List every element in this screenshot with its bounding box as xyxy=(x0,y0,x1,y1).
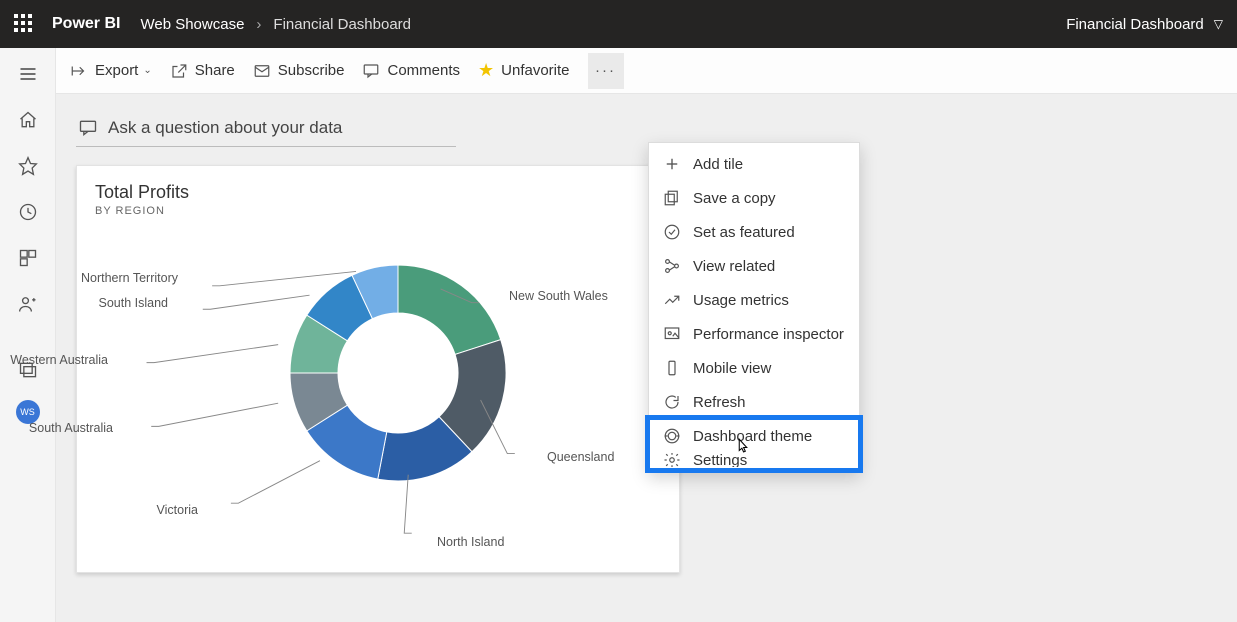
header-dropdown-label: Financial Dashboard xyxy=(1066,16,1204,33)
menu-item-label: Settings xyxy=(693,453,747,467)
menu-item-icon xyxy=(663,453,681,467)
donut-label: North Island xyxy=(437,535,504,549)
breadcrumb: Web Showcase › Financial Dashboard xyxy=(140,16,411,33)
menu-item-icon xyxy=(663,359,681,377)
menu-item-label: Set as featured xyxy=(693,224,795,241)
donut-label: South Island xyxy=(99,296,169,310)
avatar-initials: WS xyxy=(20,407,35,417)
qna-placeholder: Ask a question about your data xyxy=(108,118,342,138)
menu-item-label: Refresh xyxy=(693,394,746,411)
menu-item[interactable]: Set as featured xyxy=(649,215,859,249)
menu-item-icon xyxy=(663,393,681,411)
more-options-button[interactable]: ··· xyxy=(588,53,624,89)
brand-label: Power BI xyxy=(52,15,120,33)
qna-input[interactable]: Ask a question about your data xyxy=(76,112,456,147)
menu-item-label: Save a copy xyxy=(693,190,776,207)
menu-item-label: Add tile xyxy=(693,156,743,173)
export-button[interactable]: Export ⌄ xyxy=(70,62,152,80)
menu-item-icon xyxy=(663,189,681,207)
menu-item[interactable]: Mobile view xyxy=(649,351,859,385)
menu-item-icon xyxy=(663,155,681,173)
donut-label: Queensland xyxy=(547,450,614,464)
menu-item-icon xyxy=(663,223,681,241)
menu-item-label: View related xyxy=(693,258,775,275)
tile-subtitle: BY REGION xyxy=(95,205,661,217)
chevron-right-icon: › xyxy=(256,16,261,33)
share-label: Share xyxy=(195,62,235,79)
tile-total-profits[interactable]: Total Profits BY REGION New South Wales Q… xyxy=(76,165,680,573)
nav-home-button[interactable] xyxy=(0,98,56,142)
menu-item-label: Usage metrics xyxy=(693,292,789,309)
star-filled-icon: ★ xyxy=(478,60,494,81)
menu-item[interactable]: Add tile xyxy=(649,147,859,181)
app-launcher-icon[interactable] xyxy=(14,14,34,34)
nav-recent-button[interactable] xyxy=(0,190,56,234)
comments-button[interactable]: Comments xyxy=(362,62,460,80)
chevron-down-icon: ⌄ xyxy=(143,65,151,76)
donut-label: Victoria xyxy=(157,503,198,517)
menu-item-icon xyxy=(663,325,681,343)
dashboard-canvas: Ask a question about your data Total Pro… xyxy=(56,94,1237,622)
menu-item[interactable]: Usage metrics xyxy=(649,283,859,317)
global-header: Power BI Web Showcase › Financial Dashbo… xyxy=(0,0,1237,48)
dashboard-toolbar: Export ⌄ Share Subscribe Comments ★ Unfa… xyxy=(56,48,1237,94)
menu-item[interactable]: Save a copy xyxy=(649,181,859,215)
comments-label: Comments xyxy=(387,62,460,79)
menu-item-icon xyxy=(663,427,681,445)
donut-label: Northern Territory xyxy=(81,271,178,285)
nav-toggle-button[interactable] xyxy=(0,52,56,96)
main-area: Export ⌄ Share Subscribe Comments ★ Unfa… xyxy=(56,48,1237,622)
menu-item-label: Mobile view xyxy=(693,360,771,377)
donut-label: South Australia xyxy=(29,421,113,435)
nav-apps-button[interactable] xyxy=(0,236,56,280)
cursor-icon xyxy=(734,437,752,455)
breadcrumb-current: Financial Dashboard xyxy=(273,16,411,33)
chat-icon xyxy=(78,118,98,138)
subscribe-label: Subscribe xyxy=(278,62,345,79)
menu-item[interactable]: Dashboard theme xyxy=(649,419,859,453)
subscribe-button[interactable]: Subscribe xyxy=(253,62,345,80)
menu-item[interactable]: View related xyxy=(649,249,859,283)
menu-item-icon xyxy=(663,257,681,275)
share-button[interactable]: Share xyxy=(170,62,235,80)
donut-chart: New South Wales Queensland North Island Vic… xyxy=(95,217,661,557)
menu-item[interactable]: Refresh xyxy=(649,385,859,419)
donut-label: New South Wales xyxy=(509,289,608,303)
breadcrumb-workspace[interactable]: Web Showcase xyxy=(140,16,244,33)
menu-item-label: Performance inspector xyxy=(693,326,844,343)
donut-label: Western Australia xyxy=(10,353,108,367)
more-options-menu: Add tile Save a copy Set as featured View r… xyxy=(648,142,860,472)
nav-shared-button[interactable] xyxy=(0,282,56,326)
left-nav: WS xyxy=(0,48,56,622)
tile-title: Total Profits xyxy=(95,182,661,203)
export-label: Export xyxy=(95,62,138,79)
menu-item-label: Dashboard theme xyxy=(693,428,812,445)
menu-item-icon xyxy=(663,291,681,309)
unfavorite-button[interactable]: ★ Unfavorite xyxy=(478,60,570,81)
nav-favorites-button[interactable] xyxy=(0,144,56,188)
chevron-down-icon: ▽ xyxy=(1214,17,1223,31)
header-dropdown[interactable]: Financial Dashboard ▽ xyxy=(1066,16,1223,33)
menu-item[interactable]: Settings xyxy=(649,453,859,467)
menu-item[interactable]: Performance inspector xyxy=(649,317,859,351)
unfavorite-label: Unfavorite xyxy=(501,62,569,79)
